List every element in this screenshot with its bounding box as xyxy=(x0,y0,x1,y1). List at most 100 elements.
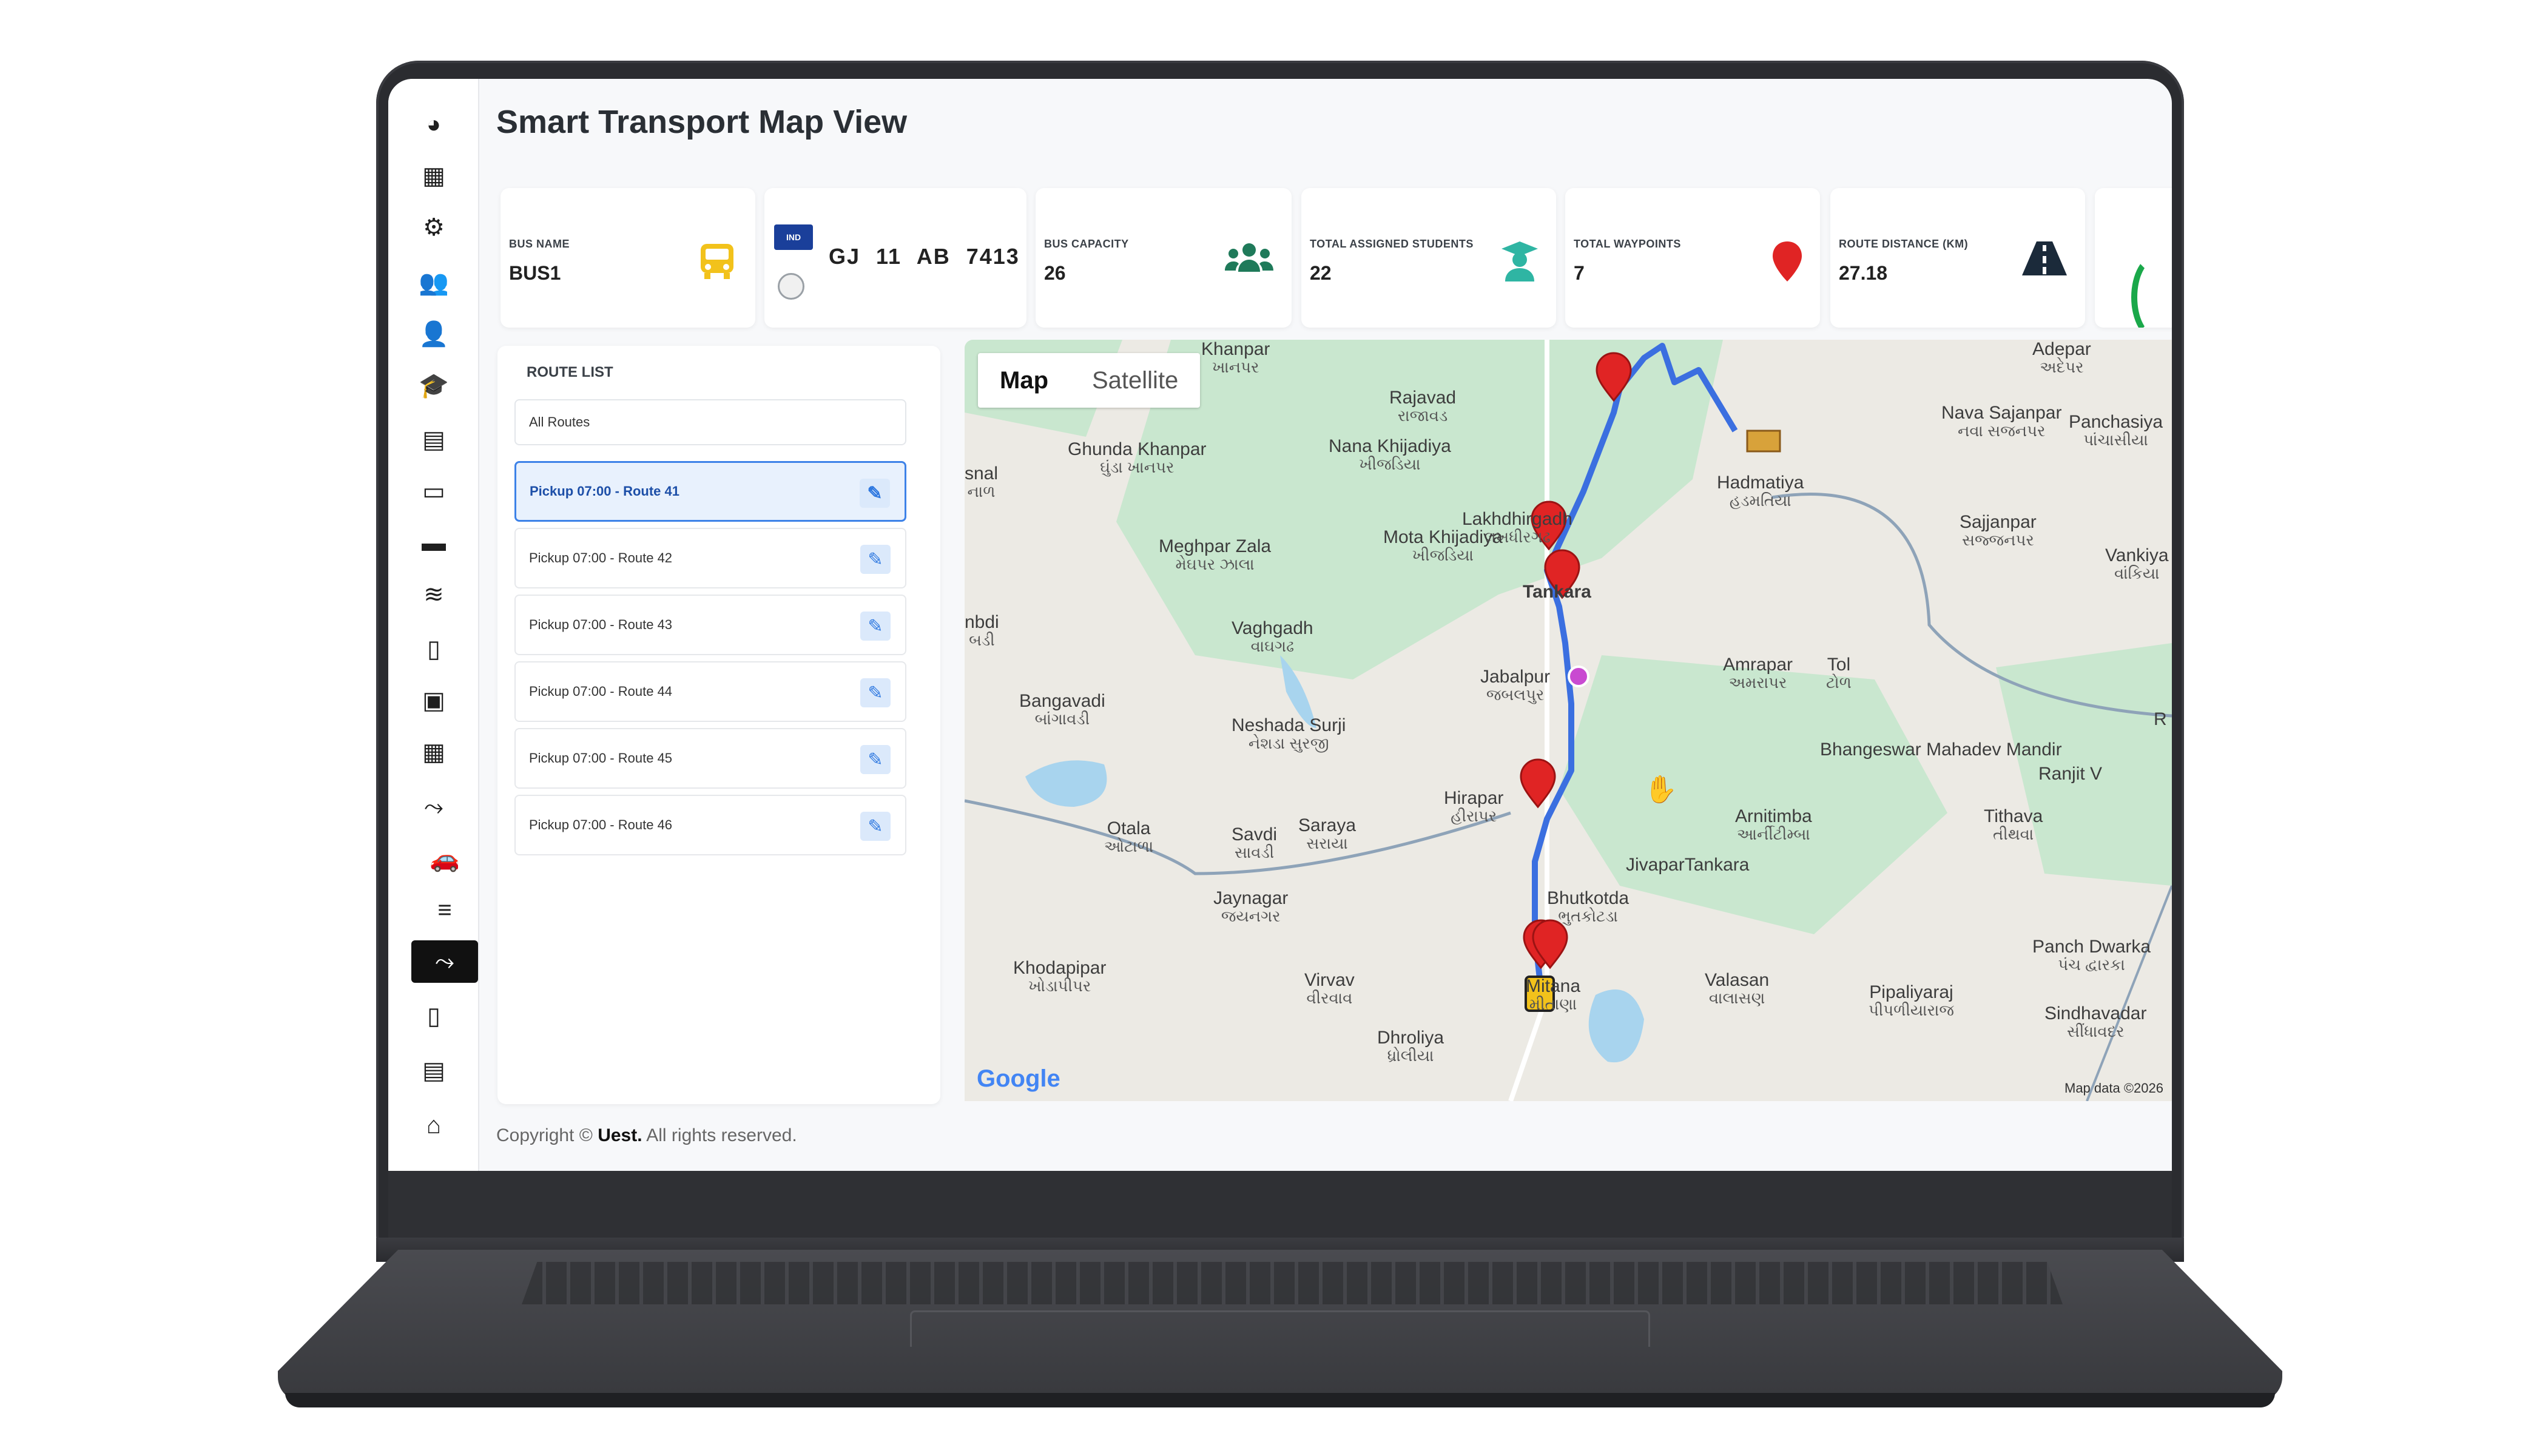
place-name-local: મીતાણા xyxy=(1529,994,1577,1013)
route-icon[interactable]: ⤳ xyxy=(400,786,467,828)
user-check-icon[interactable]: 👤 xyxy=(400,312,467,355)
place-name-local: સાવડી xyxy=(1234,843,1275,861)
edit-route-button[interactable]: ✎ xyxy=(860,545,891,574)
grid-icon[interactable]: ▦ xyxy=(400,731,467,774)
coins-icon[interactable]: ≋ xyxy=(400,573,467,616)
place-name-local: હીરાપર xyxy=(1451,806,1497,825)
place-name: Otala xyxy=(1107,818,1151,838)
place-name: Rajavad xyxy=(1389,388,1457,408)
document-icon[interactable]: ▯ xyxy=(400,628,467,670)
sidebar: ◕ ▦ ⚙ 👥 👤 🎓 ▤ ▭ ▬ ≋ ▯ ▣ ▦ ⤳ 🚗 ≡ ⤳ ▯ ▤ ⌂ xyxy=(388,79,479,1171)
map-place-label: Saraya સરાયા xyxy=(1298,816,1356,852)
place-name: Savdi xyxy=(1232,824,1278,844)
place-name-local: નાળ xyxy=(967,482,996,500)
map-place-label: Mota Khijadiya ખીજડિયા xyxy=(1383,528,1503,564)
map-place-label: Vankiya વાંકિયા xyxy=(2105,546,2169,582)
edit-route-button[interactable]: ✎ xyxy=(860,612,891,641)
place-name-local: સજ્જનપર xyxy=(1961,530,2034,549)
laptop-icon[interactable]: ▭ xyxy=(400,470,467,513)
map-place-label: Jabalpur જબલપુર xyxy=(1480,667,1550,703)
gear-icon[interactable]: ⚙ xyxy=(400,206,467,249)
waypoint-marker-icon[interactable] xyxy=(1520,758,1556,809)
place-name: Vaghgadh xyxy=(1232,618,1313,638)
map-place-label: Tithava તીથવા xyxy=(1984,807,2043,843)
waypoints-card: TOTAL WAYPOINTS 7 xyxy=(1565,188,1820,328)
place-name: Jaynagar xyxy=(1213,888,1289,908)
bus-name-card: BUS NAME BUS1 xyxy=(500,188,755,328)
place-name: snal xyxy=(965,463,999,484)
edit-route-button[interactable]: ✎ xyxy=(860,745,891,774)
place-name: Bangavadi xyxy=(1019,691,1105,711)
list-icon[interactable]: ≡ xyxy=(411,889,478,931)
map-place-label: Amrapar અમરાપર xyxy=(1723,655,1793,691)
place-name: Panch Dwarka xyxy=(2032,937,2151,957)
place-name-local: વીરવાવ xyxy=(1306,988,1353,1007)
route-list-item[interactable]: Pickup 07:00 - Route 46 ✎ xyxy=(514,795,906,855)
route-active-icon[interactable]: ⤳ xyxy=(411,940,478,983)
map-type-toggle: Map Satellite xyxy=(978,353,1201,408)
bus-name-value: BUS1 xyxy=(509,262,561,284)
map-place-label: Virvav વીરવાવ xyxy=(1304,971,1355,1006)
dashboard-icon[interactable]: ◕ xyxy=(400,103,467,146)
place-name-local: નવા સજનપર xyxy=(1957,421,2046,440)
map-place-label: snal નાળ xyxy=(965,464,998,500)
place-name-local: ખાનપર xyxy=(1212,357,1259,376)
place-name: Nana Khijadiya xyxy=(1329,436,1451,456)
file-icon[interactable]: ▯ xyxy=(400,995,467,1037)
edit-route-button[interactable]: ✎ xyxy=(860,479,890,508)
calendar-icon[interactable]: ▤ xyxy=(400,419,467,461)
route-map[interactable]: Map Satellite Khanpar ખાનપર Rajavad રાજાવડ G… xyxy=(965,340,2172,1101)
place-name-local: સીંધાવદર xyxy=(2066,1022,2125,1040)
edit-route-button[interactable]: ✎ xyxy=(860,812,891,841)
route-filter-select[interactable]: All Routes xyxy=(514,399,906,445)
footer-brand[interactable]: Uest. xyxy=(598,1125,642,1145)
place-name-local: રાજાવડ xyxy=(1397,406,1448,425)
route-item-label: Pickup 07:00 - Route 44 xyxy=(529,684,673,699)
student-icon xyxy=(1500,240,1539,289)
school-marker-icon[interactable] xyxy=(1746,430,1781,453)
reservoir xyxy=(1588,989,1644,1063)
place-name-local: પીપળીયારાજ xyxy=(1869,1000,1954,1019)
map-place-label: Rajavad રાજાવડ xyxy=(1389,388,1456,424)
google-logo: Google xyxy=(977,1065,1060,1093)
briefcase-icon[interactable]: ▬ xyxy=(400,522,467,564)
map-place-label: Pipaliyaraj પીપળીયારાજ xyxy=(1869,983,1954,1019)
calendar-check-icon[interactable]: ▦ xyxy=(400,155,467,197)
place-name-local: તીથવા xyxy=(1993,824,2034,843)
place-name-local: મેઘપર ઝાલા xyxy=(1175,554,1255,573)
route-list-item[interactable]: Pickup 07:00 - Route 43 ✎ xyxy=(514,595,906,655)
distance-label: ROUTE DISTANCE (KM) xyxy=(1839,238,1969,250)
place-name: Valasan xyxy=(1705,970,1770,990)
place-name: Adepar xyxy=(2032,340,2091,359)
map-place-label: Ghunda Khanpar ઘુંડા ખાનપર xyxy=(1068,440,1207,476)
graduate-icon[interactable]: 🎓 xyxy=(400,364,467,406)
images-icon[interactable]: ▣ xyxy=(400,679,467,722)
map-place-label: Dhroliya ધ્રોલીયા xyxy=(1377,1028,1444,1064)
map-tab-satellite[interactable]: Satellite xyxy=(1070,353,1200,408)
place-name-local: ઘુંડા ખાનપર xyxy=(1100,457,1175,476)
building-icon[interactable]: ⌂ xyxy=(400,1104,467,1147)
laptop-keys xyxy=(522,1262,2063,1304)
place-name-local: પંચ દ્વારકા xyxy=(2058,955,2125,974)
users-icon[interactable]: 👥 xyxy=(400,261,467,303)
footer-rights: All rights reserved. xyxy=(646,1125,797,1145)
map-place-label: nbdi બડી xyxy=(965,613,999,649)
route-item-label: Pickup 07:00 - Route 45 xyxy=(529,750,673,766)
map-tab-map[interactable]: Map xyxy=(978,353,1070,408)
route-list-item[interactable]: Pickup 07:00 - Route 41 ✎ xyxy=(514,461,906,522)
route-list-item[interactable]: Pickup 07:00 - Route 45 ✎ xyxy=(514,728,906,789)
place-name: Khodapipar xyxy=(1013,958,1107,978)
map-place-label: Arnitimba આર્નીટીમ્બા xyxy=(1735,807,1812,843)
place-name: Vankiya xyxy=(2105,545,2169,565)
map-place-label: Jaynagar જયનગર xyxy=(1213,889,1288,925)
car-icon[interactable]: 🚗 xyxy=(411,837,478,880)
place-name: Amrapar xyxy=(1723,655,1793,675)
route-list-item[interactable]: Pickup 07:00 - Route 42 ✎ xyxy=(514,528,906,588)
place-name: Jabalpur xyxy=(1480,667,1551,687)
table-icon[interactable]: ▤ xyxy=(400,1050,467,1092)
hand-cursor-icon: ✋ xyxy=(1644,775,1677,804)
place-name: Mota Khijadiya xyxy=(1383,527,1503,547)
edit-route-button[interactable]: ✎ xyxy=(860,678,891,707)
place-name-local: અદેપર xyxy=(2040,357,2084,376)
route-list-item[interactable]: Pickup 07:00 - Route 44 ✎ xyxy=(514,661,906,722)
